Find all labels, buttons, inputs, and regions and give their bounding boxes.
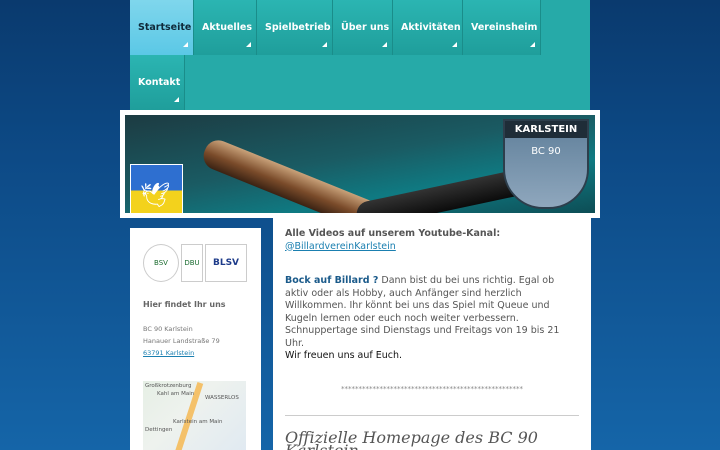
nav-item-aktivitaeten[interactable]: Aktivitäten <box>393 0 463 55</box>
header-banner: 🕊 KARLSTEIN BC 90 <box>120 110 600 218</box>
nav-item-aktuelles[interactable]: Aktuelles <box>194 0 257 55</box>
crest-title: KARLSTEIN <box>505 121 587 138</box>
address-block: BC 90 Karlstein Hanauer Landstraße 79 63… <box>143 323 248 359</box>
stars-divider: ****************************************… <box>341 384 523 393</box>
main-content: Alle Videos auf unserem Youtube-Kanal: @… <box>273 218 591 450</box>
nav-item-label: Startseite <box>138 22 192 33</box>
intro-paragraph: Bock auf Billard ? Dann bist du bei uns … <box>285 275 579 350</box>
nav-item-vereinsheim[interactable]: Vereinsheim <box>463 0 541 55</box>
nav-item-label: Vereinsheim <box>471 22 538 33</box>
main-navigation: Startseite Aktuelles Spielbetrieb Über u… <box>130 0 590 110</box>
address-city-link[interactable]: 63791 Karlstein <box>143 349 194 357</box>
club-crest-logo: KARLSTEIN BC 90 <box>503 119 589 209</box>
association-logos: BSV DBU BLSV <box>143 244 248 284</box>
submenu-arrow-icon <box>246 42 251 47</box>
submenu-arrow-icon <box>382 42 387 47</box>
nav-item-label: Über uns <box>341 22 390 33</box>
submenu-arrow-icon <box>452 42 457 47</box>
nav-item-ueber-uns[interactable]: Über uns <box>333 0 393 55</box>
map-label: Karlstein am Main <box>173 419 223 425</box>
address-name: BC 90 Karlstein <box>143 325 193 333</box>
ukraine-peace-dove-icon: 🕊 <box>130 164 183 213</box>
nav-item-label: Spielbetrieb <box>265 22 331 33</box>
horizontal-rule <box>285 415 579 416</box>
sidebar: BSV DBU BLSV Hier findet Ihr uns BC 90 K… <box>130 228 261 450</box>
blsv-logo: BLSV <box>205 244 247 282</box>
bsv-logo: BSV <box>143 244 179 282</box>
sidebar-title: Hier findet Ihr uns <box>143 300 226 309</box>
nav-item-spielbetrieb[interactable]: Spielbetrieb <box>257 0 333 55</box>
submenu-arrow-icon <box>183 42 188 47</box>
intro-text: Dann bist du bei uns richtig. Egal ob ak… <box>285 275 560 349</box>
submenu-arrow-icon <box>174 97 179 102</box>
submenu-arrow-icon <box>530 42 535 47</box>
crest-subtitle: BC 90 <box>531 146 561 157</box>
youtube-channel-link[interactable]: @BillardvereinKarlstein <box>285 241 396 252</box>
submenu-arrow-icon <box>322 42 327 47</box>
nav-item-label: Aktuelles <box>202 22 253 33</box>
address-street: Hanauer Landstraße 79 <box>143 337 220 345</box>
nav-item-startseite[interactable]: Startseite <box>130 0 194 55</box>
location-map[interactable]: Großkrotzenburg Kahl am Main WASSERLOS K… <box>143 381 246 450</box>
nav-item-label: Kontakt <box>138 77 181 88</box>
intro-bold: Bock auf Billard ? <box>285 275 379 286</box>
dbu-logo: DBU <box>181 244 203 282</box>
map-label: Großkrotzenburg <box>145 383 192 389</box>
map-label: Dettingen <box>145 427 173 433</box>
closing-text: Wir freuen uns auf Euch. <box>285 350 403 361</box>
billiard-cue-image: 🕊 KARLSTEIN BC 90 <box>125 115 595 213</box>
nav-item-label: Aktivitäten <box>401 22 461 33</box>
map-label: Kahl am Main <box>157 391 195 397</box>
nav-item-kontakt[interactable]: Kontakt <box>130 55 185 110</box>
page-headline: Offizielle Homepage des BC 90 Karlstein <box>285 428 538 450</box>
map-label: WASSERLOS <box>205 395 239 401</box>
videos-heading: Alle Videos auf unserem Youtube-Kanal: <box>285 228 501 239</box>
